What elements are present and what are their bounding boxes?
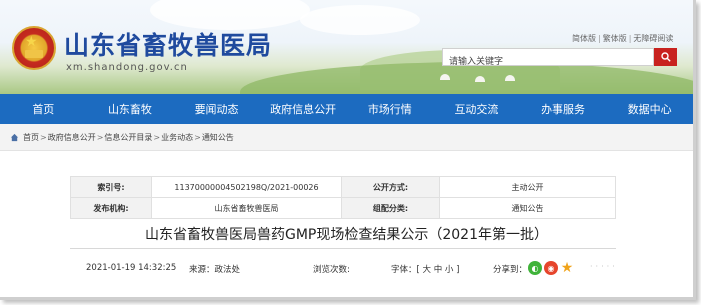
search-input[interactable] bbox=[443, 54, 651, 70]
breadcrumb-notices[interactable]: 通知公告 bbox=[202, 132, 234, 143]
cloud-decoration bbox=[300, 5, 420, 35]
breadcrumb-catalog[interactable]: 信息公开目录 bbox=[104, 132, 152, 143]
nav-gov-info[interactable]: 政府信息公开 bbox=[260, 94, 347, 124]
gate-icon bbox=[25, 50, 43, 58]
nav-market[interactable]: 市场行情 bbox=[347, 94, 434, 124]
lang-simplified-link[interactable]: 简体版 bbox=[571, 34, 597, 43]
issuer-label: 发布机构: bbox=[70, 197, 152, 219]
search-button[interactable] bbox=[654, 48, 677, 66]
yurt-decoration bbox=[440, 74, 450, 80]
dotted-decoration: ····· bbox=[590, 262, 618, 271]
breadcrumb: 首页 > 政府信息公开 > 信息公开目录 > 业务动态 > 通知公告 bbox=[0, 124, 693, 151]
breadcrumb-home[interactable]: 首页 bbox=[23, 132, 39, 143]
document-info-table: 索引号: 11370000004502198Q/2021-00026 公开方式:… bbox=[70, 176, 616, 219]
nav-shandong-livestock[interactable]: 山东畜牧 bbox=[87, 94, 174, 124]
favorite-star-icon[interactable]: ★ bbox=[560, 260, 574, 276]
publish-date: 2021-01-19 14:32:25 bbox=[86, 263, 177, 273]
search-icon bbox=[660, 52, 671, 62]
document-title: 山东省畜牧兽医局兽药GMP现场检查结果公示（2021年第一批） bbox=[145, 227, 548, 243]
font-size-control[interactable]: 字体：[ 大 中 小 ] bbox=[391, 263, 459, 275]
share-icons: ◐ ◉ ★ bbox=[528, 258, 576, 278]
header-banner: ★ 山东省畜牧兽医局 xm.shandong.gov.cn 简体版 | 繁体版 | 无障… bbox=[0, 0, 693, 94]
national-emblem-logo[interactable]: ★ bbox=[12, 26, 56, 70]
yurt-decoration bbox=[505, 75, 515, 81]
nav-services[interactable]: 办事服务 bbox=[520, 94, 607, 124]
weibo-share-icon[interactable]: ◉ bbox=[544, 261, 558, 275]
issuer-value: 山东省畜牧兽医局 bbox=[151, 197, 342, 219]
lang-traditional-link[interactable]: 繁体版 bbox=[602, 34, 628, 43]
method-label: 公开方式: bbox=[341, 176, 440, 198]
site-url: xm.shandong.gov.cn bbox=[66, 62, 188, 73]
view-count-label: 浏览次数: bbox=[313, 265, 350, 275]
nav-data-center[interactable]: 数据中心 bbox=[606, 94, 693, 124]
source-label: 来源：政法处 bbox=[189, 265, 241, 275]
wechat-share-icon[interactable]: ◐ bbox=[528, 261, 542, 275]
star-icon: ★ bbox=[25, 34, 38, 50]
breadcrumb-business[interactable]: 业务动态 bbox=[161, 132, 193, 143]
method-value: 主动公开 bbox=[439, 176, 616, 198]
breadcrumb-gov-info[interactable]: 政府信息公开 bbox=[48, 132, 96, 143]
site-title[interactable]: 山东省畜牧兽医局 bbox=[64, 26, 272, 62]
language-links: 简体版 | 繁体版 | 无障碍阅读 bbox=[571, 34, 674, 43]
index-value: 11370000004502198Q/2021-00026 bbox=[151, 176, 342, 198]
nav-interaction[interactable]: 互动交流 bbox=[433, 94, 520, 124]
category-value: 通知公告 bbox=[439, 197, 616, 219]
yurt-decoration bbox=[475, 76, 485, 82]
title-divider bbox=[70, 248, 616, 249]
nav-home[interactable]: 首页 bbox=[0, 94, 87, 124]
page-frame: ★ 山东省畜牧兽医局 xm.shandong.gov.cn 简体版 | 繁体版 | 无障… bbox=[0, 0, 696, 300]
search-box bbox=[442, 48, 654, 70]
nav-news[interactable]: 要闻动态 bbox=[173, 94, 260, 124]
index-label: 索引号: bbox=[70, 176, 152, 198]
home-icon bbox=[10, 133, 19, 141]
main-nav: 首页 山东畜牧 要闻动态 政府信息公开 市场行情 互动交流 办事服务 数据中心 bbox=[0, 94, 693, 124]
accessibility-link[interactable]: 无障碍阅读 bbox=[632, 34, 674, 43]
category-label: 组配分类: bbox=[341, 197, 440, 219]
share-label: 分享到： bbox=[493, 265, 528, 275]
